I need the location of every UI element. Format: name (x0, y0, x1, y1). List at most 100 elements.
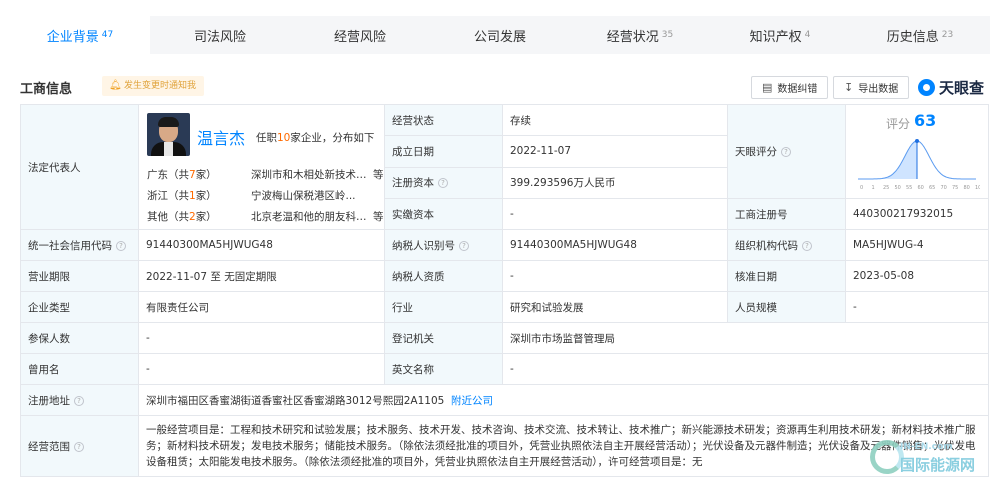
score-axis-tick: 80 (964, 185, 970, 191)
score-axis-tick: 75 (952, 185, 958, 191)
company-type-label: 企业类型 (20, 291, 139, 323)
tab-count: 4 (804, 30, 811, 40)
address-label: 注册地址? (20, 384, 139, 416)
paid-capital-value: - (502, 198, 728, 230)
tab-4[interactable]: 经营状况 35 (570, 16, 710, 54)
tab-1[interactable]: 司法风险 (150, 16, 290, 54)
tab-6[interactable]: 历史信息 23 (850, 16, 990, 54)
download-icon: ↧ (844, 81, 854, 94)
former-name-label: 曾用名 (20, 353, 139, 385)
former-name-value: - (138, 353, 385, 385)
reg-number-label: 工商注册号 (727, 198, 846, 230)
score-axis-tick: 50 (895, 185, 901, 191)
scope-label: 经营范围? (20, 415, 139, 477)
capital-value: 399.293596万人民币 (502, 166, 728, 200)
english-name-label: 英文名称 (384, 353, 503, 385)
score-cell: 评分 63 0 1 25 50 55 60 65 70 75 80 100 (845, 104, 989, 199)
data-correction-label: 数据纠错 (777, 84, 818, 95)
export-data-label: 导出数据 (858, 84, 899, 95)
tab-3[interactable]: 公司发展 (430, 16, 570, 54)
company-link[interactable]: 宁波梅山保税港区岭... (251, 188, 373, 203)
data-correction-button[interactable]: ▤ 数据纠错 (751, 76, 829, 99)
score-axis-tick: 55 (906, 185, 912, 191)
score-marker-dot (915, 139, 919, 143)
authority-label: 登记机关 (384, 322, 503, 354)
help-icon[interactable]: ? (459, 240, 469, 251)
change-notify-label: 发生变更时通知我 (124, 81, 197, 91)
watermark-logo: IN-EN.com 国际能源网 (870, 438, 1000, 484)
score-label: 评分 (886, 117, 911, 131)
help-icon[interactable]: ? (74, 441, 84, 452)
insured-label: 参保人数 (20, 322, 139, 354)
tab-count: 47 (101, 30, 114, 40)
score-value[interactable]: 63 (914, 111, 936, 130)
tab-label: 经营状况 (606, 29, 659, 45)
avatar[interactable] (147, 113, 190, 156)
more-label[interactable]: 等 (373, 209, 384, 224)
watermark-site: IN-EN.com (900, 442, 953, 452)
staff-size-value: - (845, 291, 989, 323)
score-axis-tick: 25 (883, 185, 889, 191)
org-code-value: MA5HJWUG-4 (845, 229, 989, 261)
score-axis-tick: 1 (872, 185, 875, 191)
tab-label: 公司发展 (473, 29, 526, 45)
score-axis-tick: 70 (941, 185, 947, 191)
tab-0[interactable]: 企业背景 47 (10, 16, 150, 54)
watermark-ring-icon (870, 440, 904, 474)
taxpayer-id-value: 91440300MA5HJWUG48 (502, 229, 728, 261)
found-date-value: 2022-11-07 (502, 135, 728, 168)
company-link[interactable]: 北京老温和他的朋友科技有限公司 (251, 209, 373, 224)
industry-label: 行业 (384, 291, 503, 323)
score-axis-tick: 100 (975, 185, 980, 191)
company-type-value: 有限责任公司 (138, 291, 385, 323)
tab-5[interactable]: 知识产权 4 (710, 16, 850, 54)
scope-value: 一般经营项目是：工程和技术研究和试验发展；技术服务、技术开发、技术咨询、技术交流… (138, 415, 989, 477)
tab-2[interactable]: 经营风险 (290, 16, 430, 54)
term-value: 2022-11-07 至 无固定期限 (138, 260, 385, 292)
term-label: 营业期限 (20, 260, 139, 292)
region-count: 其他（共2家） (147, 211, 217, 223)
nearby-companies-link[interactable]: 附近公司 (451, 395, 493, 407)
authority-value: 深圳市市场监督管理局 (502, 322, 989, 354)
approve-date-value: 2023-05-08 (845, 260, 989, 292)
taxpayer-qual-value: - (502, 260, 728, 292)
address-value: 深圳市福田区香蜜湖街道香蜜社区香蜜湖路3012号熙园2A1105 附近公司 (138, 384, 989, 416)
watermark-name: 国际能源网 (900, 456, 976, 474)
score-axis-tick: 0 (860, 185, 863, 191)
tab-label: 企业背景 (46, 29, 99, 45)
reg-number-value: 440300217932015 (845, 198, 989, 230)
section-header: 工商信息 🔔︎ 发生变更时通知我 ▤ 数据纠错 ↧ 导出数据 天眼查 (18, 72, 988, 102)
business-info-table: 法定代表人 温言杰 任职10家企业，分布如下 广东（共7家） 深圳市和木相处新技术… (20, 103, 989, 477)
legal-rep-cell: 温言杰 任职10家企业，分布如下 广东（共7家）深圳市和木相处新技术有限公司等浙… (138, 104, 387, 230)
taxpayer-id-label: 纳税人识别号? (384, 229, 503, 261)
document-icon: ▤ (762, 81, 773, 94)
score-axis-tick: 65 (929, 185, 935, 191)
staff-size-label: 人员规模 (727, 291, 846, 323)
help-icon[interactable]: ? (116, 240, 126, 251)
tab-label: 经营风险 (333, 29, 386, 45)
help-icon[interactable]: ? (781, 147, 791, 157)
help-icon[interactable]: ? (802, 240, 812, 251)
industry-value: 研究和试验发展 (502, 291, 728, 323)
score-axis-tick: 60 (918, 185, 924, 191)
region-count: 广东（共7家） (147, 169, 217, 181)
region-count: 浙江（共1家） (147, 190, 217, 202)
bell-icon: 🔔︎ (109, 80, 122, 91)
status-value: 存续 (502, 103, 728, 137)
legal-rep-label: 法定代表人 (20, 104, 139, 230)
taxpayer-qual-label: 纳税人资质 (384, 260, 503, 292)
help-icon[interactable]: ? (438, 178, 448, 189)
eye-logo-icon (918, 79, 935, 96)
region-row: 其他（共2家） 北京老温和他的朋友科技有限公司等 (147, 209, 387, 223)
more-label[interactable]: 等 (373, 167, 384, 182)
org-code-label: 组织机构代码? (727, 229, 846, 261)
credit-code-label: 统一社会信用代码? (20, 229, 139, 261)
company-link[interactable]: 深圳市和木相处新技术有限公司 (251, 167, 373, 182)
change-notify-button[interactable]: 🔔︎ 发生变更时通知我 (102, 76, 205, 96)
score-area (858, 141, 917, 179)
help-icon[interactable]: ? (74, 395, 84, 406)
export-data-button[interactable]: ↧ 导出数据 (833, 76, 910, 99)
legal-rep-name-link[interactable]: 温言杰 (197, 125, 245, 149)
english-name-value: - (502, 353, 989, 385)
found-date-label: 成立日期 (384, 135, 503, 168)
